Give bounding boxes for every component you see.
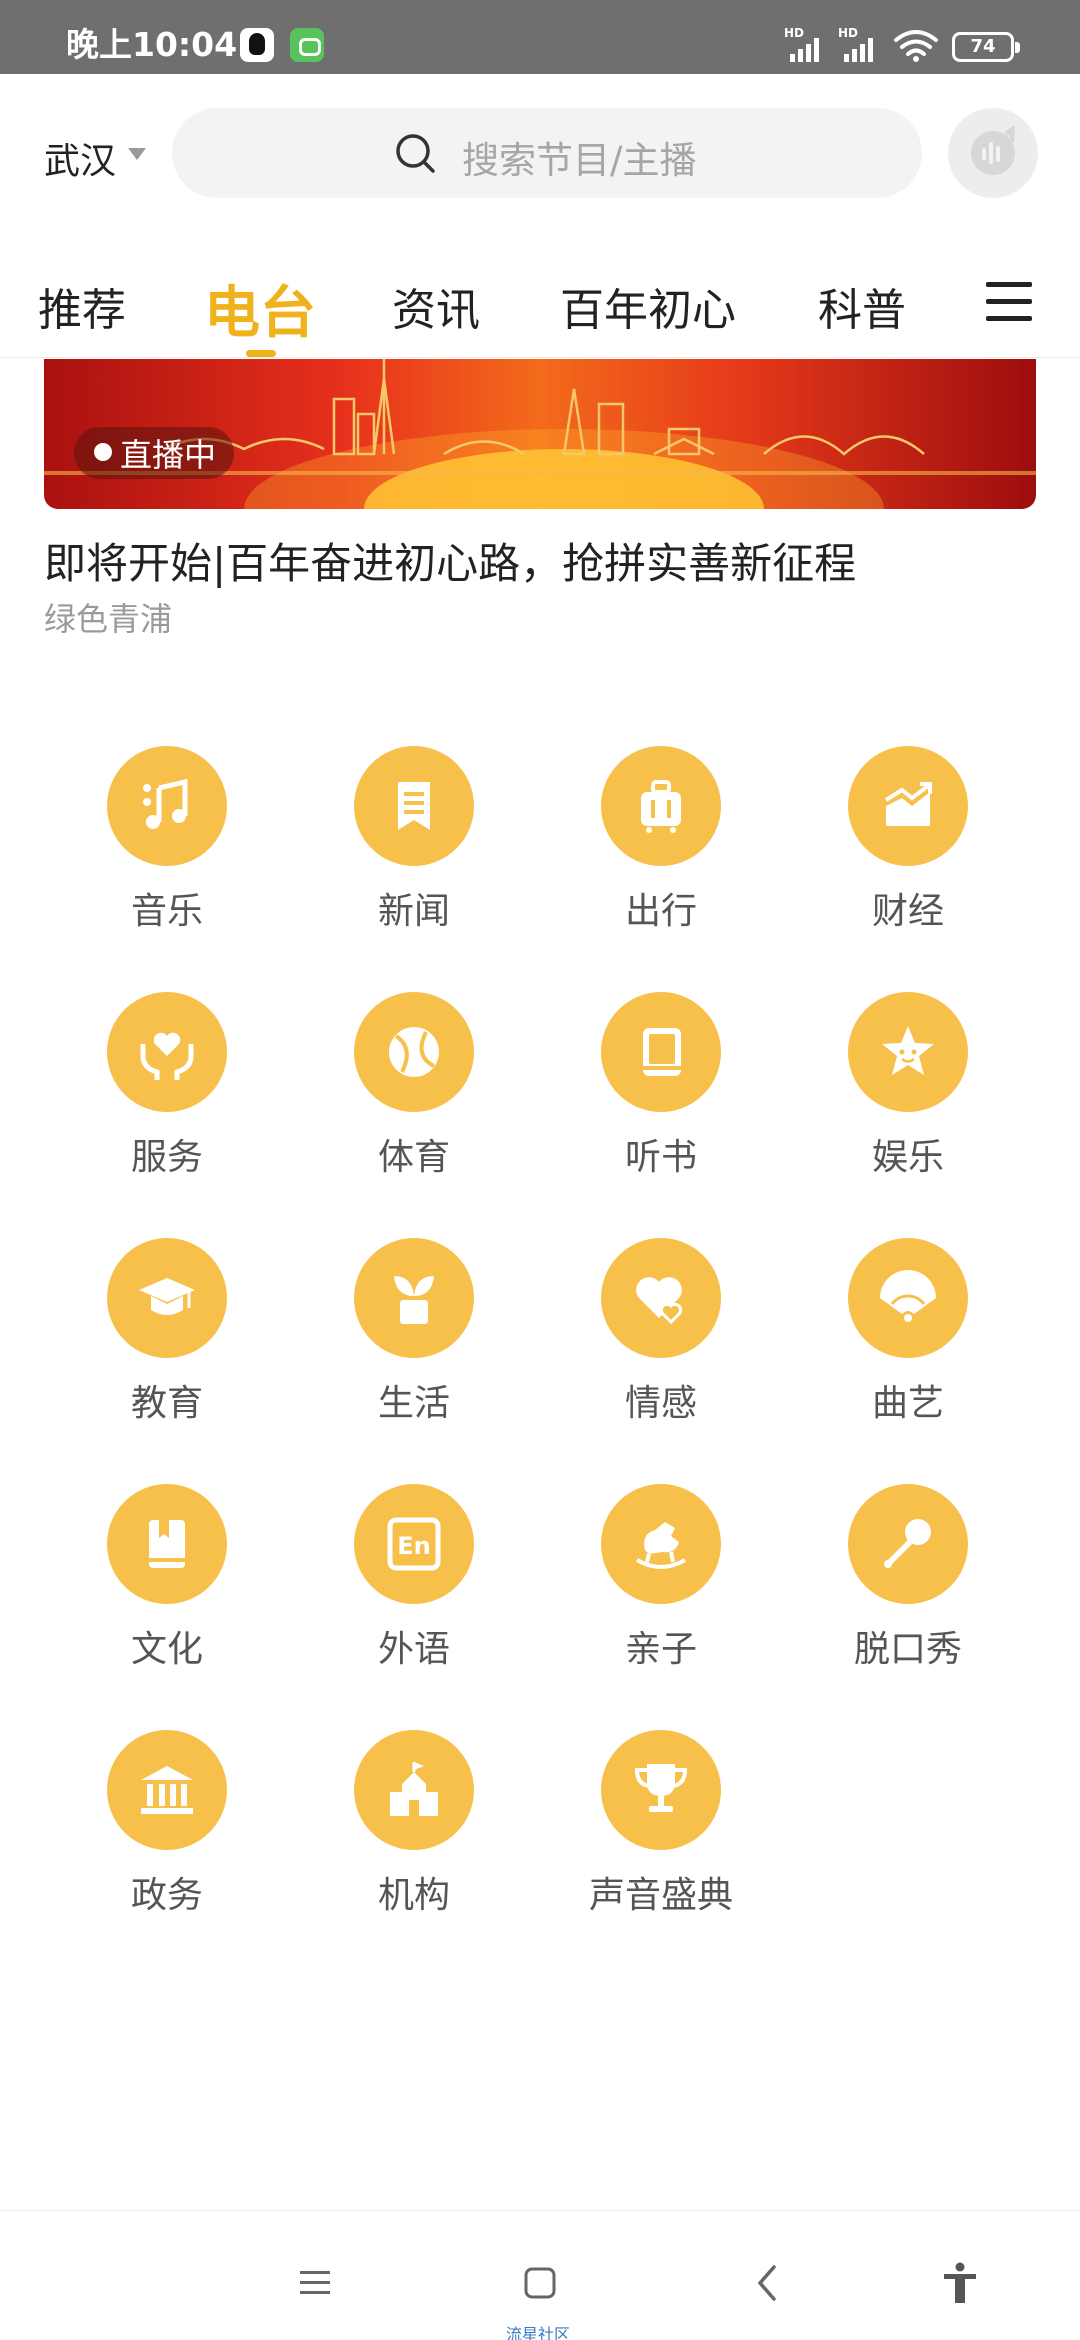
system-nav-bar: 流星社区 [0, 2210, 1080, 2340]
suitcase-icon [641, 780, 681, 833]
category-institution[interactable]: 机构 [314, 1730, 514, 1930]
heart-hands-icon [140, 1032, 194, 1080]
qq-notification-icon [240, 28, 274, 62]
live-banner[interactable]: 直播中 [44, 359, 1036, 509]
status-time: 晚上10:04 [66, 25, 238, 64]
battery-icon: 74 [952, 32, 1020, 62]
home-nav-icon[interactable] [518, 2261, 562, 2305]
tab-science[interactable]: 科普 [818, 274, 906, 338]
category-music[interactable]: 音乐 [67, 746, 267, 946]
music-note-icon [143, 778, 188, 829]
news-icon [398, 782, 430, 830]
category-voice-awards[interactable]: 声音盛典 [561, 1730, 761, 1930]
status-bar: 晚上10:04 HD HD 74 [0, 0, 1080, 74]
english-icon: En [387, 1517, 441, 1571]
government-building-icon [141, 1766, 193, 1814]
fan-icon [880, 1270, 936, 1322]
tab-bar: 推荐 电台 资讯 百年初心 科普 [0, 260, 1080, 358]
city-selector[interactable]: 武汉 [44, 132, 116, 184]
category-emotion[interactable]: 情感 [561, 1238, 761, 1438]
book-icon [643, 1028, 681, 1076]
live-program-title[interactable]: 即将开始|百年奋进初心路，抢拼实善新征程 [44, 530, 856, 591]
chevron-down-icon[interactable] [128, 148, 146, 160]
category-life[interactable]: 生活 [314, 1238, 514, 1438]
category-news[interactable]: 新闻 [314, 746, 514, 946]
bookmark-book-icon [149, 1520, 185, 1568]
category-education[interactable]: 教育 [67, 1238, 267, 1438]
wifi-icon [894, 30, 938, 62]
category-parenting[interactable]: 亲子 [561, 1484, 761, 1684]
menu-nav-icon[interactable] [294, 2261, 338, 2305]
ball-icon [389, 1027, 439, 1077]
finance-chart-icon [884, 782, 932, 826]
live-program-source: 绿色青浦 [44, 600, 173, 638]
live-badge: 直播中 [74, 427, 235, 479]
active-tab-indicator [246, 350, 276, 357]
tab-radio[interactable]: 电台 [204, 268, 316, 349]
category-government[interactable]: 政务 [67, 1730, 267, 1930]
tab-recommend[interactable]: 推荐 [38, 274, 126, 338]
category-foreign-language[interactable]: En 外语 [314, 1484, 514, 1684]
microphone-icon [884, 1519, 931, 1568]
app-notification-icon [290, 28, 324, 62]
menu-icon[interactable] [986, 280, 1034, 324]
search-icon [396, 134, 435, 173]
category-travel[interactable]: 出行 [561, 746, 761, 946]
institution-icon [390, 1762, 438, 1816]
category-audiobook[interactable]: 听书 [561, 992, 761, 1192]
sound-wave-icon [971, 126, 1015, 175]
category-service[interactable]: 服务 [67, 992, 267, 1192]
tab-news[interactable]: 资讯 [392, 274, 480, 338]
category-talk-show[interactable]: 脱口秀 [808, 1484, 1008, 1684]
category-finance[interactable]: 财经 [808, 746, 1008, 946]
search-input[interactable]: 搜索节目/主播 [172, 108, 922, 198]
trophy-icon [634, 1764, 688, 1812]
category-culture[interactable]: 文化 [67, 1484, 267, 1684]
back-nav-icon[interactable] [746, 2261, 790, 2305]
rocking-horse-icon [635, 1522, 687, 1569]
category-sports[interactable]: 体育 [314, 992, 514, 1192]
graduation-cap-icon [139, 1278, 195, 1315]
plant-pot-icon [394, 1276, 434, 1324]
accessibility-icon[interactable] [938, 2261, 982, 2305]
category-folk-art[interactable]: 曲艺 [808, 1238, 1008, 1438]
watermark-label: 流星社区 [506, 2325, 571, 2340]
category-entertainment[interactable]: 娱乐 [808, 992, 1008, 1192]
star-icon [882, 1026, 934, 1075]
tab-centennial[interactable]: 百年初心 [560, 274, 736, 338]
svg-text:En: En [397, 1532, 430, 1560]
search-placeholder: 搜索节目/主播 [462, 139, 697, 182]
battery-level: 74 [970, 36, 996, 57]
listen-history-button[interactable] [948, 108, 1038, 198]
live-dot-icon [94, 443, 112, 461]
double-heart-icon [636, 1277, 683, 1325]
